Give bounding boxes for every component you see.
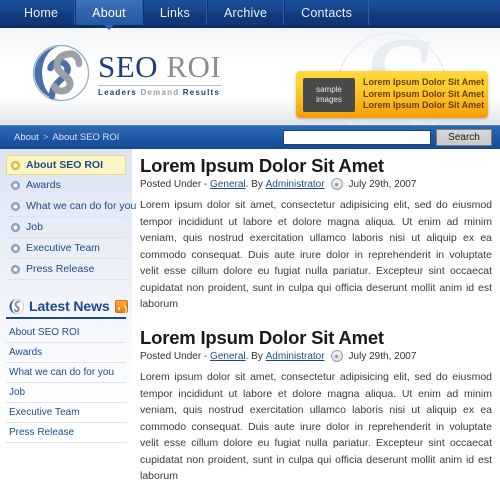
meta-author-link[interactable]: Administrator [266, 351, 325, 362]
meta-posted-under: Posted Under - [140, 350, 208, 362]
list-item[interactable]: Job [6, 383, 126, 403]
article-title: Lorem Ipsum Dolor Sit Amet [140, 155, 384, 176]
logo-divider [98, 85, 222, 86]
tagline-results: Results [182, 88, 221, 97]
meta-by-label: . By [245, 350, 263, 362]
meta-category-link[interactable]: General [210, 351, 246, 362]
latest-news-list: About SEO ROI Awards What we can do for … [6, 323, 126, 443]
bullet-icon [11, 264, 20, 274]
sidebar-item-awards[interactable]: Awards [6, 175, 126, 196]
sidebar-item-label: What we can do for you [26, 200, 137, 212]
list-item[interactable]: What we can do for you [6, 363, 126, 383]
nav-label: Home [24, 5, 59, 20]
sidebar-menu: About SEO ROI Awards What we can do for … [0, 155, 136, 280]
logo-roi: ROI [166, 49, 222, 84]
nav-label: Contacts [301, 5, 353, 20]
rss-icon[interactable] [114, 299, 128, 313]
meta-posted-under: Posted Under - [140, 178, 208, 190]
page-root: Home About Links Archive Contacts S SEO … [0, 0, 500, 500]
main-content: Lorem Ipsum Dolor Sit Amet Posted Under … [132, 149, 500, 500]
article-body: Lorem ipsum dolor sit amet, consectetur … [140, 199, 492, 311]
thumb-line-1: sample [316, 84, 342, 94]
sample-images-thumbnail: sample images [303, 77, 355, 112]
promo-line: Lorem Ipsum Dolor Sit Amet [363, 88, 485, 99]
logo-tagline: Leaders Demand Results [98, 88, 221, 97]
meta-category-link[interactable]: General [210, 179, 246, 190]
sidebar-item-label: Job [26, 221, 43, 233]
bullet-icon [11, 180, 20, 190]
sidebar-item-label: Awards [26, 179, 61, 191]
bullet-icon [11, 243, 20, 253]
logo-seo: SEO [98, 49, 159, 84]
promo-line: Lorem Ipsum Dolor Sit Amet [363, 100, 485, 111]
nav-item-home[interactable]: Home [8, 0, 76, 25]
article: Lorem Ipsum Dolor Sit Amet Posted Under … [140, 155, 492, 313]
breadcrumb-separator: > [42, 132, 49, 143]
article-meta: Posted Under - General. By Administrator… [140, 350, 492, 363]
sidebar-item-job[interactable]: Job [6, 217, 126, 238]
promo-line: Lorem Ipsum Dolor Sit Amet [363, 77, 485, 88]
site-header: S SEO ROI Leaders Demand Results sample [0, 28, 500, 125]
sidebar-item-executive-team[interactable]: Executive Team [6, 238, 126, 259]
meta-date: July 29th, 2007 [348, 350, 417, 362]
bullet-icon [11, 222, 20, 232]
list-item[interactable]: Executive Team [6, 403, 126, 423]
nav-item-links[interactable]: Links [142, 0, 208, 25]
breadcrumb-current: About SEO ROI [52, 132, 120, 143]
sidebar-item-label: Press Release [26, 263, 95, 275]
sidebar-item-label: Executive Team [26, 242, 100, 254]
promo-text-block: Lorem Ipsum Dolor Sit Amet Lorem Ipsum D… [363, 77, 484, 112]
list-item[interactable]: Awards [6, 343, 126, 363]
clock-icon [330, 350, 343, 363]
sidebar-item-what-we-can-do-for-you[interactable]: What we can do for you [6, 196, 136, 217]
meta-date: July 29th, 2007 [348, 178, 417, 190]
search-button[interactable]: Search [436, 129, 492, 146]
nav-label: Links [159, 5, 191, 20]
meta-by-label: . By [245, 178, 263, 190]
promo-banner[interactable]: sample images Lorem Ipsum Dolor Sit Amet… [296, 71, 488, 118]
bullet-icon [11, 201, 20, 211]
search-input[interactable] [283, 130, 431, 145]
nav-label: About [92, 5, 126, 20]
thumb-line-2: images [316, 94, 342, 104]
latest-news-panel: Latest News About SEO ROI Awards What we… [6, 298, 128, 443]
article-meta: Posted Under - General. By Administrator… [140, 178, 492, 191]
article: Lorem Ipsum Dolor Sit Amet Posted Under … [140, 327, 492, 485]
bullet-icon [11, 160, 20, 170]
sidebar-item-about-seo-roi[interactable]: About SEO ROI [6, 155, 126, 175]
body-wrapper: About SEO ROI Awards What we can do for … [0, 149, 500, 500]
clock-icon [330, 178, 343, 191]
list-item[interactable]: Press Release [6, 423, 126, 443]
sidebar-item-label: About SEO ROI [26, 159, 103, 171]
logo-wordmark: SEO ROI Leaders Demand Results [98, 49, 222, 97]
logo-emblem-icon [32, 44, 90, 102]
news-logo-icon [9, 298, 24, 314]
nav-label: Archive [224, 5, 268, 20]
site-logo[interactable]: SEO ROI Leaders Demand Results [32, 44, 222, 102]
article-body: Lorem ipsum dolor sit amet, consectetur … [140, 371, 492, 483]
list-item[interactable]: About SEO ROI [6, 323, 126, 343]
sidebar-item-press-release[interactable]: Press Release [6, 259, 126, 280]
sidebar: About SEO ROI Awards What we can do for … [0, 149, 136, 500]
logo-title: SEO ROI [98, 51, 221, 82]
meta-author-link[interactable]: Administrator [266, 179, 325, 190]
top-navigation: Home About Links Archive Contacts [0, 0, 500, 30]
nav-item-archive[interactable]: Archive [207, 0, 285, 25]
article-title: Lorem Ipsum Dolor Sit Amet [140, 326, 384, 348]
nav-item-about[interactable]: About [75, 0, 143, 30]
latest-news-title: Latest News [29, 298, 110, 314]
tagline-leaders: Leaders [98, 88, 138, 97]
tagline-demand: Demand [140, 88, 180, 97]
nav-item-contacts[interactable]: Contacts [284, 0, 370, 25]
breadcrumb-parent-link[interactable]: About [14, 132, 39, 143]
latest-news-header: Latest News [6, 298, 128, 319]
breadcrumb-search-bar: About > About SEO ROI Search [0, 125, 500, 149]
breadcrumb: About > About SEO ROI [14, 132, 283, 143]
